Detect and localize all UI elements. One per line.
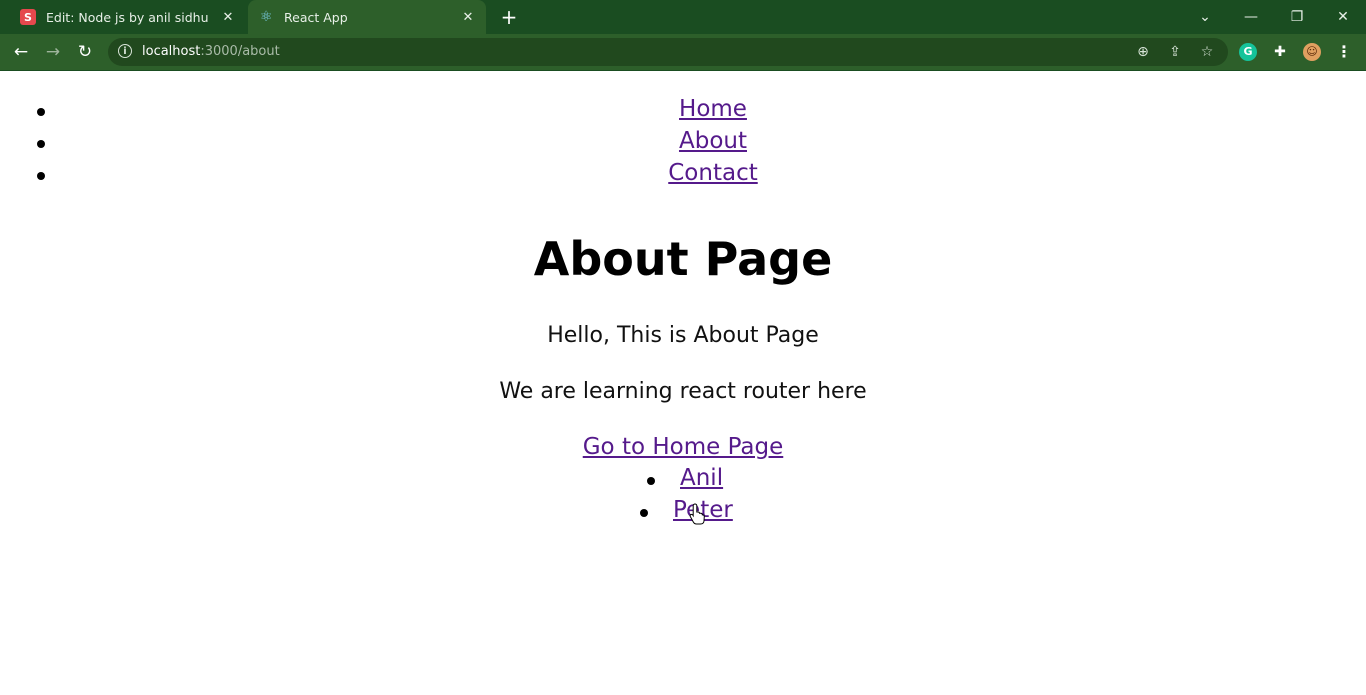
share-icon[interactable]: ⇪ bbox=[1166, 43, 1184, 61]
bullet bbox=[640, 509, 648, 517]
list-item: Home bbox=[0, 96, 1366, 128]
go-to-home-link[interactable]: Go to Home Page bbox=[583, 434, 784, 460]
list-item: Contact bbox=[0, 160, 1366, 192]
hand-cursor-icon bbox=[689, 503, 705, 525]
minimize-button[interactable]: — bbox=[1228, 0, 1274, 34]
tab-title: React App bbox=[284, 9, 348, 25]
reload-icon[interactable]: ↻ bbox=[73, 40, 97, 64]
close-tab-icon[interactable]: ✕ bbox=[460, 10, 476, 25]
bullet bbox=[647, 477, 655, 485]
browser-tab-bar: S Edit: Node js by anil sidhu ✕ ⚛ React … bbox=[0, 0, 1366, 34]
intro-text: Hello, This is About Page bbox=[547, 323, 819, 348]
list-item: Peter bbox=[0, 497, 1366, 529]
react-icon: ⚛ bbox=[259, 9, 273, 25]
nav-link-about[interactable]: About bbox=[0, 128, 1366, 154]
address-bar[interactable]: i localhost:3000/about ⊕ ⇪ ☆ bbox=[108, 38, 1228, 66]
close-window-button[interactable]: ✕ bbox=[1320, 0, 1366, 34]
user-link-anil[interactable]: Anil bbox=[680, 465, 723, 491]
tab-title: Edit: Node js by anil sidhu bbox=[46, 9, 209, 25]
description-text: We are learning react router here bbox=[499, 379, 867, 404]
close-tab-icon[interactable]: ✕ bbox=[220, 10, 236, 25]
back-icon[interactable]: ← bbox=[9, 40, 33, 64]
nav-link-home[interactable]: Home bbox=[0, 96, 1366, 122]
nav-list: Home About Contact bbox=[0, 96, 1366, 192]
toolbar-divider bbox=[0, 70, 1366, 71]
restore-button[interactable]: ❐ bbox=[1274, 0, 1320, 34]
list-item: About bbox=[0, 128, 1366, 160]
grammarly-icon[interactable]: G bbox=[1239, 43, 1257, 61]
tab-react-app[interactable]: ⚛ React App ✕ bbox=[248, 0, 486, 34]
extensions-icon[interactable]: ✚ bbox=[1271, 43, 1289, 61]
new-tab-button[interactable]: + bbox=[498, 6, 520, 28]
user-list: Anil Peter bbox=[0, 465, 1366, 529]
bookmark-star-icon[interactable]: ☆ bbox=[1198, 43, 1216, 61]
forward-icon[interactable]: → bbox=[41, 40, 65, 64]
url-text[interactable]: localhost:3000/about bbox=[142, 44, 280, 59]
tab-search-icon[interactable]: ⌄ bbox=[1182, 0, 1228, 34]
zoom-icon[interactable]: ⊕ bbox=[1134, 43, 1152, 61]
site-info-icon[interactable]: i bbox=[118, 44, 132, 58]
page-title: About Page bbox=[533, 232, 833, 286]
nav-link-contact[interactable]: Contact bbox=[0, 160, 1366, 186]
menu-icon[interactable]: ⋮ bbox=[1335, 43, 1353, 61]
home-link-container: Go to Home Page bbox=[0, 434, 1366, 460]
s-favicon-icon: S bbox=[20, 9, 36, 25]
tab-edit-node-js[interactable]: S Edit: Node js by anil sidhu ✕ bbox=[8, 0, 246, 34]
list-item: Anil bbox=[0, 465, 1366, 497]
browser-toolbar: ← → ↻ i localhost:3000/about ⊕ ⇪ ☆ G ✚ ☺… bbox=[0, 34, 1366, 70]
profile-avatar[interactable]: ☺ bbox=[1303, 43, 1321, 61]
